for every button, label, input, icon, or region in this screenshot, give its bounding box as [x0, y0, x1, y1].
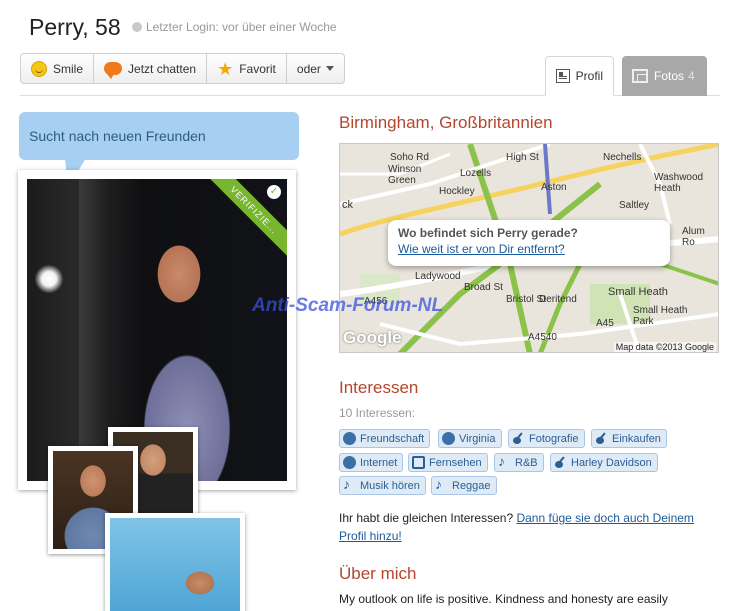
interests-heading: Interessen — [339, 378, 419, 397]
chip-label: Fotografie — [529, 432, 579, 445]
tab-profil-label: Profil — [575, 69, 603, 83]
more-label: oder — [296, 61, 321, 76]
map-label: Soho Rd — [390, 152, 429, 163]
map-label: ck — [342, 199, 353, 211]
map-label: Small Heath Park — [633, 305, 688, 327]
guitar-icon — [512, 432, 525, 445]
interest-chip[interactable]: Einkaufen — [591, 429, 667, 448]
status-bubble: Sucht nach neuen Freunden — [19, 112, 299, 188]
star-icon: ★ — [217, 58, 234, 79]
map-label: High St — [506, 152, 539, 163]
map-label: A4540 — [528, 332, 557, 343]
map-label: Alum Ro — [682, 226, 705, 248]
distance-link[interactable]: Wie weit ist er von Dir entfernt? — [398, 242, 660, 256]
profile-name: Perry, 58 — [29, 14, 121, 40]
map-label: Aston — [541, 182, 567, 193]
chip-label: Internet — [360, 456, 398, 469]
guitar-icon — [554, 456, 567, 469]
tab-profil[interactable]: Profil — [545, 56, 614, 96]
about-text: My outlook on life is positive. Kindness… — [339, 592, 668, 606]
interest-chip[interactable]: Fotografie — [508, 429, 585, 448]
map-label: Broad St — [464, 282, 503, 293]
chip-label: Harley Davidson — [571, 456, 652, 469]
watermark-text: Anti-Scam-Forum-NL — [252, 295, 444, 316]
photo-thumbnail[interactable] — [105, 513, 245, 611]
chip-label: Musik hören — [360, 479, 420, 492]
interest-chip[interactable]: Musik hören — [339, 476, 426, 495]
action-bar: Smile Jetzt chatten ★ Favorit oder — [20, 53, 345, 84]
map-credit: Map data ©2013 Google — [613, 342, 716, 352]
tv-icon — [412, 456, 425, 469]
chip-label: R&B — [515, 456, 538, 469]
friendship-icon — [343, 432, 356, 445]
map-label: Small Heath — [608, 286, 668, 298]
same-interests-question: Ihr habt die gleichen Interessen? — [339, 511, 514, 525]
interest-chip[interactable]: Harley Davidson — [550, 453, 658, 472]
music-note-icon — [343, 476, 356, 492]
guitar-icon — [595, 432, 608, 445]
last-login-text: Letzter Login: vor über einer Woche — [146, 20, 337, 34]
about-heading: Über mich — [339, 564, 417, 583]
favorite-button[interactable]: ★ Favorit — [207, 54, 287, 83]
map-question: Wo befindet sich Perry gerade? — [398, 226, 578, 240]
checkmark-icon: ✓ — [267, 185, 281, 199]
interest-chip[interactable]: R&B — [494, 453, 544, 472]
interest-chip[interactable]: Internet — [339, 453, 404, 472]
music-note-icon — [498, 453, 511, 469]
map-label: Nechells — [603, 152, 642, 163]
map-label: Ladywood — [415, 271, 461, 282]
interests-count: 10 Interessen: — [339, 406, 416, 420]
interest-chip[interactable]: Virginia — [438, 429, 502, 448]
map-label: Lozells — [460, 168, 492, 179]
same-interests-text: Ihr habt die gleichen Interessen? Dann f… — [339, 509, 699, 545]
smile-icon — [31, 60, 47, 77]
google-logo: Google — [343, 328, 402, 347]
more-dropdown[interactable]: oder — [287, 54, 344, 83]
chip-label: Fernsehen — [429, 456, 482, 469]
photo-pillar — [79, 179, 109, 481]
tab-fotos-label: Fotos — [654, 69, 685, 83]
chevron-down-icon — [325, 66, 334, 71]
chip-label: Freundschaft — [360, 432, 425, 445]
chat-bubble-icon — [104, 62, 123, 79]
smile-button[interactable]: Smile — [21, 54, 95, 83]
friendship-icon — [343, 456, 356, 469]
chip-label: Virginia — [459, 432, 496, 445]
map-label: Winson Green — [388, 164, 422, 186]
location-heading: Birmingham, Großbritannien — [339, 113, 553, 132]
tabs-divider — [20, 95, 720, 96]
location-map[interactable]: Soho Rd Winson Green Lozells Hockley Ast… — [339, 143, 719, 353]
interest-chip[interactable]: Freundschaft — [339, 429, 431, 448]
profile-card-icon — [556, 69, 570, 83]
online-status-dot — [132, 22, 142, 32]
interest-chip[interactable]: Fernsehen — [408, 453, 488, 472]
map-label: Hockley — [439, 186, 475, 197]
globe-icon — [442, 432, 455, 445]
map-label: Bristol St — [506, 294, 547, 305]
chip-label: Reggae — [452, 479, 491, 492]
chat-label: Jetzt chatten — [128, 61, 197, 76]
smile-label: Smile — [53, 61, 84, 76]
chip-label: Einkaufen — [612, 432, 661, 445]
thumbnail-image — [110, 518, 240, 611]
chat-button[interactable]: Jetzt chatten — [94, 54, 208, 83]
music-note-icon — [435, 476, 448, 492]
fotos-count-badge: 4 — [688, 69, 695, 83]
map-label: A45 — [596, 318, 614, 329]
photos-icon — [632, 69, 648, 83]
map-label: Saltley — [619, 200, 650, 211]
favorite-label: Favorit — [239, 61, 276, 76]
interest-chip[interactable]: Reggae — [431, 476, 497, 495]
map-info-bubble: Wo befindet sich Perry gerade? Wie weit … — [388, 220, 670, 266]
map-label: Washwood Heath — [654, 172, 704, 194]
tab-fotos[interactable]: Fotos 4 — [622, 56, 707, 96]
